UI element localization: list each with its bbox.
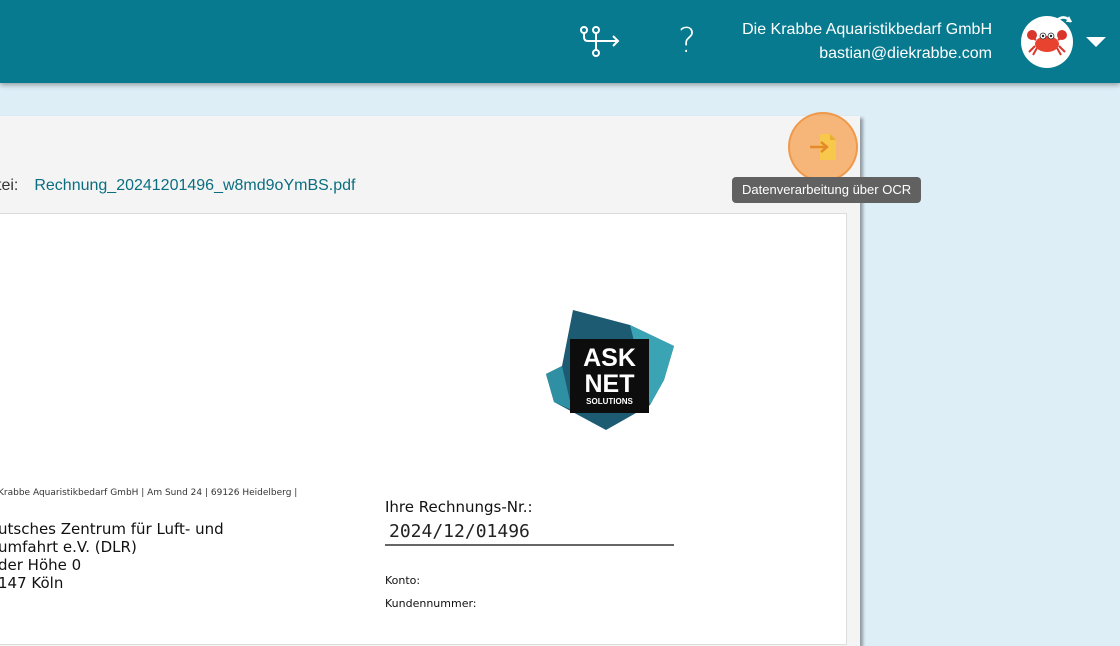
- chevron-down-icon[interactable]: [1086, 37, 1106, 47]
- avatar[interactable]: [1021, 16, 1073, 68]
- logo-line-3: SOLUTIONS: [586, 397, 633, 406]
- invoice-number-field: 2024/12/01496: [385, 520, 674, 546]
- top-bar: ? Die Krabbe Aquaristikbedarf GmbH basti…: [0, 0, 1120, 83]
- workflow-button[interactable]: [578, 24, 622, 58]
- asknet-logo: ASK NET SOLUTIONS: [546, 310, 674, 430]
- recipient-line: utsches Zentrum für Luft- und: [0, 520, 224, 538]
- sender-address-line: Krabbe Aquaristikbedarf GmbH | Am Sund 2…: [0, 488, 298, 498]
- help-button[interactable]: ?: [672, 20, 702, 62]
- ocr-tooltip: Datenverarbeitung über OCR: [732, 177, 922, 203]
- recipient-line: umfahrt e.V. (DLR): [0, 538, 137, 556]
- workflow-icon: [580, 26, 620, 57]
- user-email: bastian@diekrabbe.com: [819, 45, 992, 62]
- logo-line-1: ASK: [583, 344, 636, 372]
- company-name: Die Krabbe Aquaristikbedarf GmbH: [742, 21, 992, 38]
- konto-label: Konto:: [385, 574, 421, 587]
- recipient-line: der Höhe 0: [0, 556, 82, 574]
- crab-avatar-icon: [1027, 16, 1072, 56]
- file-link[interactable]: Rechnung_20241201496_w8md9oYmBS.pdf: [34, 177, 355, 194]
- recipient-address: utsches Zentrum für Luft- und umfahrt e.…: [0, 520, 224, 592]
- recipient-line: 147 Köln: [0, 574, 64, 592]
- invoice-number-label: Ihre Rechnungs-Nr.:: [385, 498, 533, 516]
- user-info[interactable]: Die Krabbe Aquaristikbedarf GmbH bastian…: [742, 19, 992, 64]
- file-arrow-right-icon: [810, 134, 836, 160]
- logo-line-2: NET: [585, 370, 635, 398]
- ocr-button[interactable]: [788, 112, 858, 182]
- kundennummer-label: Kundennummer:: [385, 597, 477, 610]
- file-row: tei: Rechnung_20241201496_w8md9oYmBS.pdf: [0, 177, 355, 195]
- file-label: tei:: [0, 177, 19, 194]
